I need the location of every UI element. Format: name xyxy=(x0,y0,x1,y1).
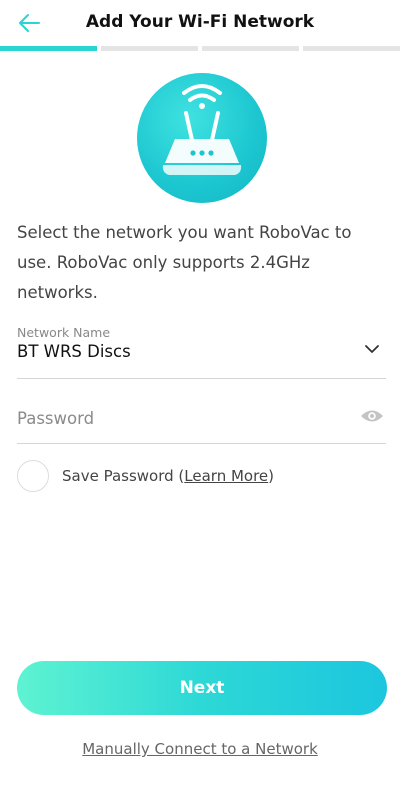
progress-bar xyxy=(0,46,400,51)
network-name-select[interactable]: Network Name BT WRS Discs xyxy=(17,322,386,379)
hero-image xyxy=(137,73,267,203)
wifi-router-icon xyxy=(162,84,242,175)
save-password-radio[interactable] xyxy=(17,460,49,492)
progress-step-1 xyxy=(0,46,97,51)
progress-step-4 xyxy=(303,46,400,51)
password-field-wrapper xyxy=(17,398,386,444)
progress-step-3 xyxy=(202,46,299,51)
save-password-suffix: ) xyxy=(268,467,275,485)
eye-icon[interactable] xyxy=(360,408,384,424)
instructions-text: Select the network you want RoboVac to u… xyxy=(17,223,352,302)
network-name-label: Network Name xyxy=(17,325,111,340)
manual-connect-link[interactable]: Manually Connect to a Network xyxy=(0,740,400,758)
page-title: Add Your Wi-Fi Network xyxy=(85,12,315,32)
header: Add Your Wi-Fi Network xyxy=(0,0,400,46)
next-button[interactable]: Next xyxy=(17,661,387,715)
save-password-row: Save Password (Learn More) xyxy=(17,459,274,493)
chevron-down-icon[interactable] xyxy=(364,344,380,354)
save-password-text: Save Password ( xyxy=(62,467,185,485)
password-input[interactable] xyxy=(17,398,337,438)
network-name-value: BT WRS Discs xyxy=(17,342,131,361)
learn-more-link[interactable]: Learn More xyxy=(184,467,268,485)
save-password-label: Save Password (Learn More) xyxy=(62,467,274,485)
progress-step-2 xyxy=(101,46,198,51)
